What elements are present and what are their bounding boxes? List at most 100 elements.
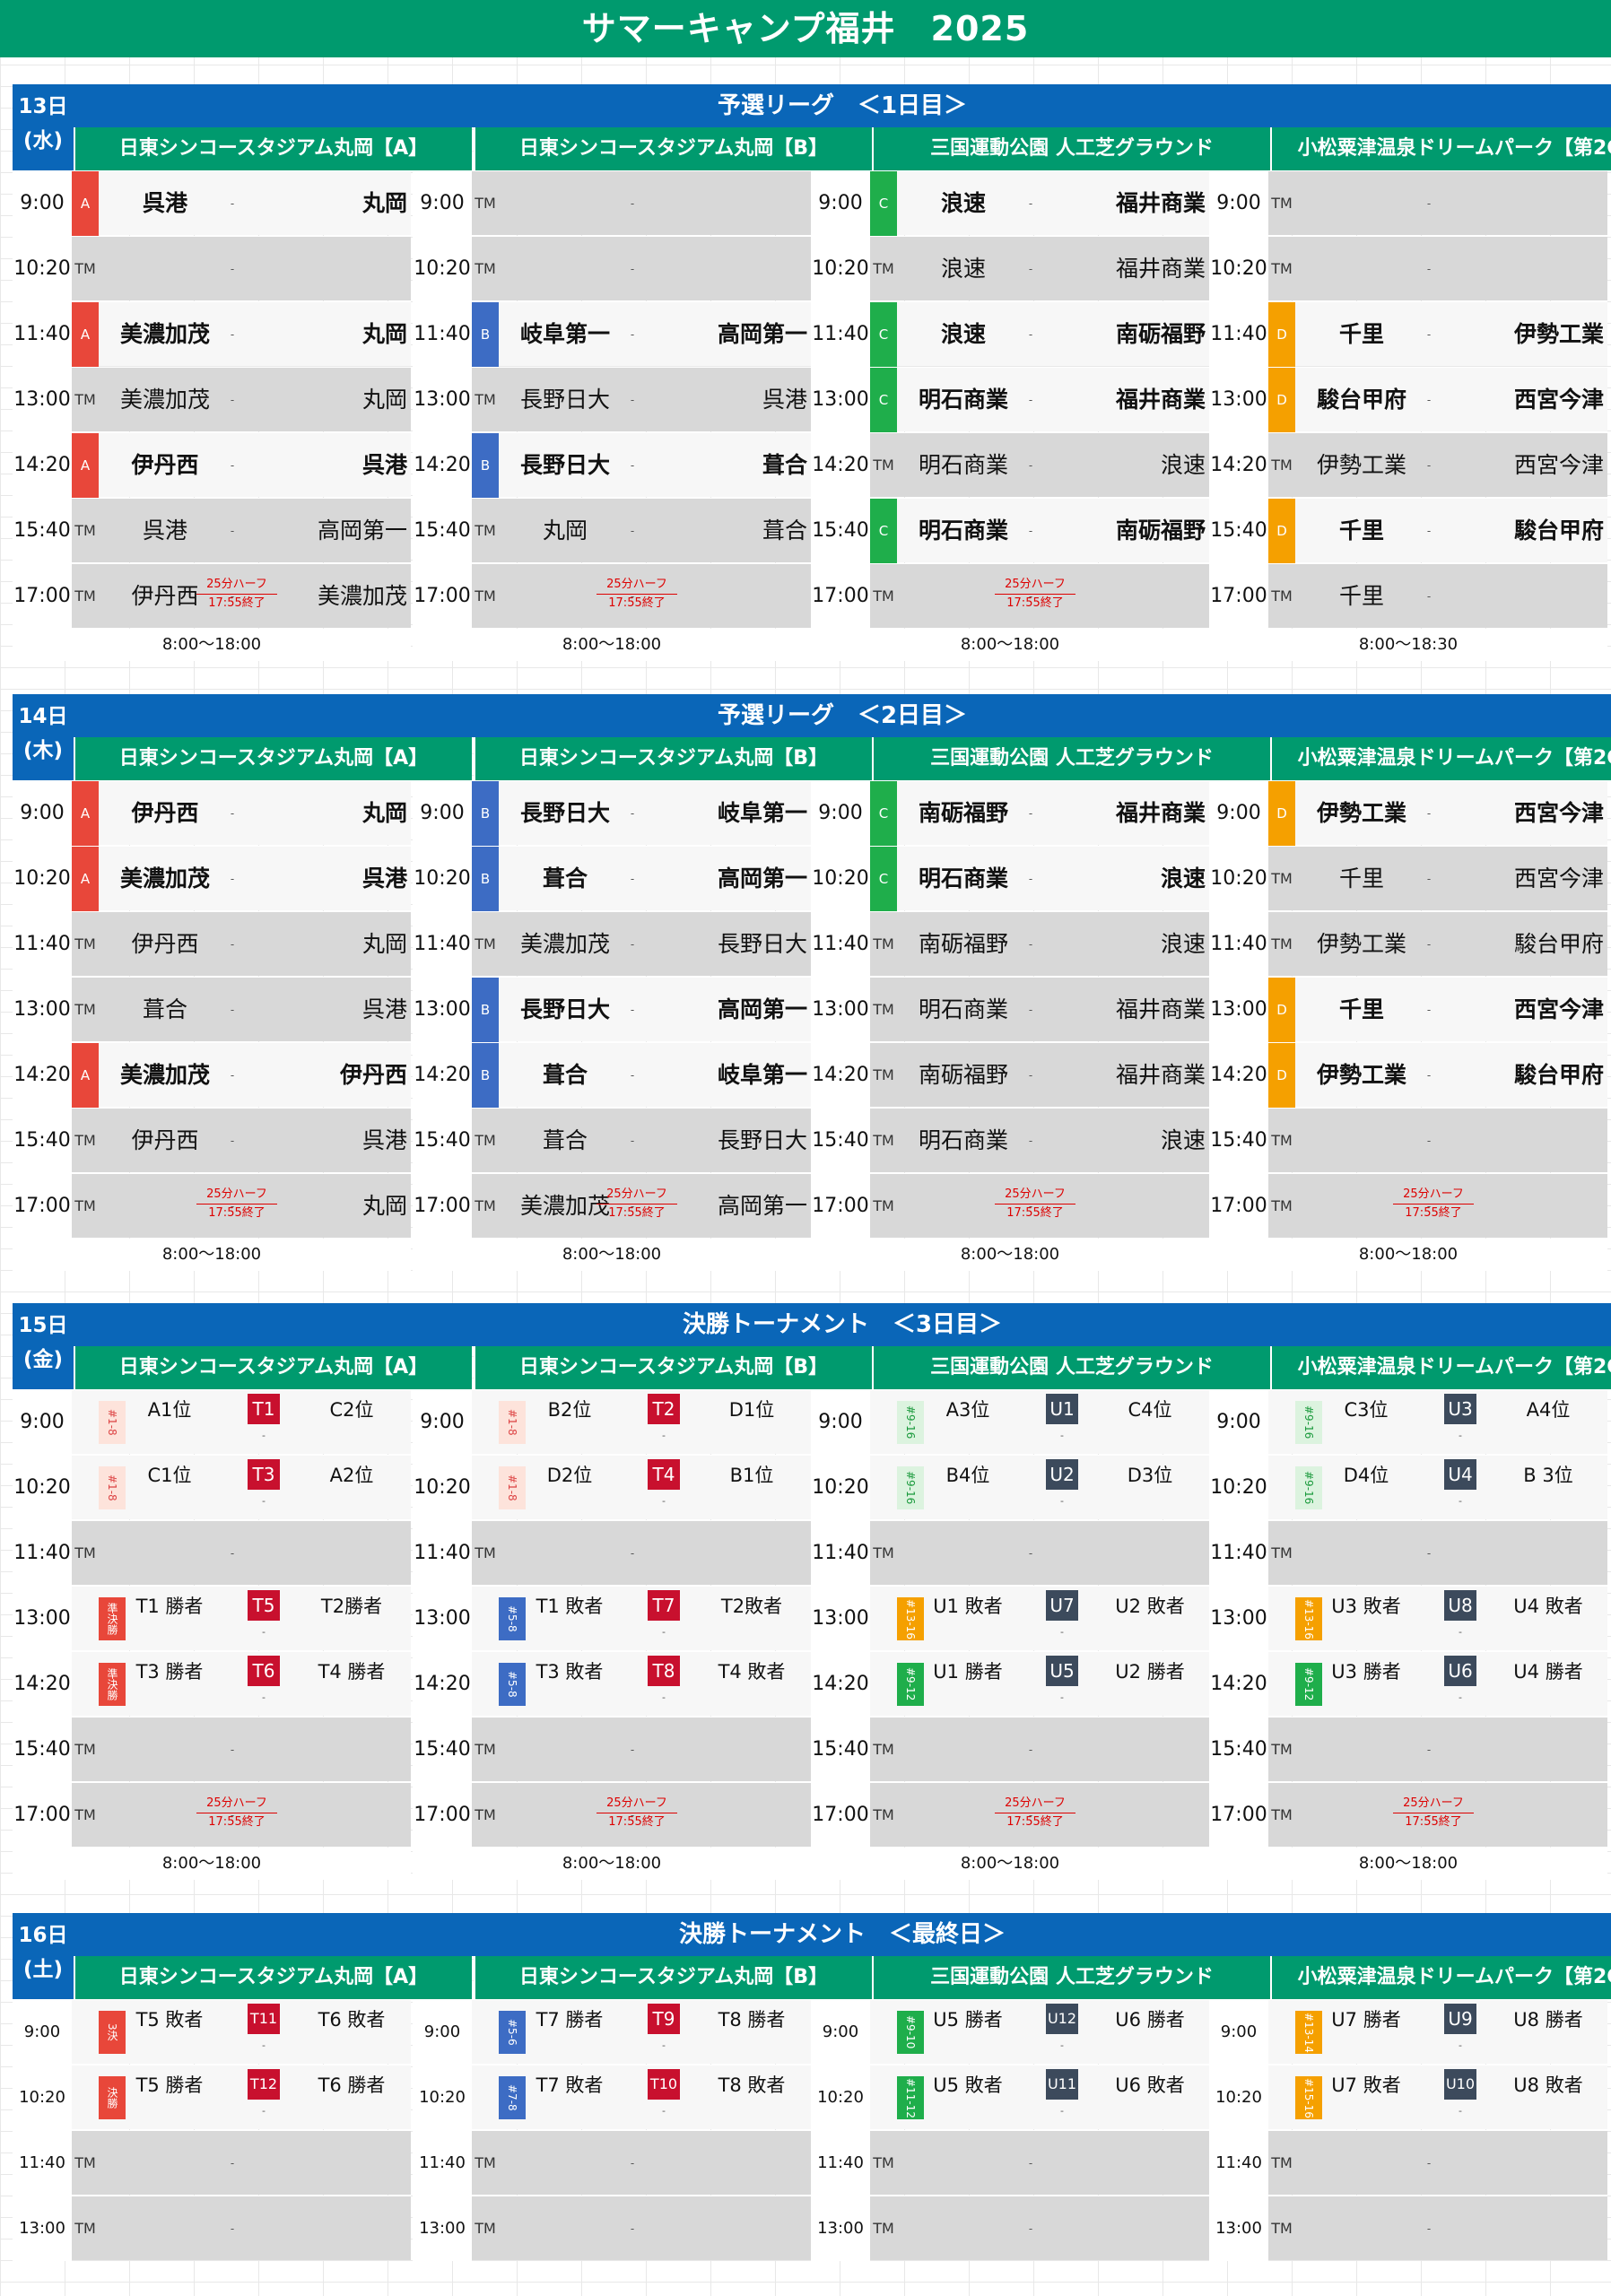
vs-dash: - — [1426, 197, 1432, 210]
half-note-line2: 17:55終了 — [608, 1815, 666, 1829]
team-home — [1299, 237, 1424, 301]
half-note: 25分ハーフ 17:55終了 — [1393, 1795, 1474, 1831]
team-home: 長野日大 — [519, 996, 610, 1022]
half-note-line1: 25分ハーフ — [1393, 1795, 1474, 1813]
half-note: 25分ハーフ 17:55終了 — [995, 1186, 1075, 1222]
time-label: 15:40 — [811, 1109, 870, 1173]
team-home: T5 勝者 — [135, 2074, 204, 2096]
vs-dash: - — [230, 525, 235, 537]
vs-dash: - — [630, 1547, 635, 1560]
team-away: U2 敗者 — [1115, 1596, 1185, 1617]
time-label: 10:20 — [1209, 847, 1268, 911]
time-label: 17:00 — [1209, 1783, 1268, 1848]
team-away: 高岡第一 — [717, 321, 807, 347]
time-label: 13:00 — [13, 978, 72, 1042]
team-home: 明石商業 — [918, 517, 1008, 544]
half-note: 25分ハーフ 17:55終了 — [597, 1795, 677, 1831]
vs-dash: - — [1028, 197, 1033, 210]
group-badge: B — [472, 847, 499, 911]
match-row: 17:00 TM 美濃加茂 - 高岡第一 25分ハーフ 17:55終了 — [413, 1173, 811, 1239]
time-label: 11:40 — [1209, 302, 1268, 367]
time-label: 15:40 — [413, 499, 472, 563]
time-label: 17:00 — [413, 1174, 472, 1239]
vs-dash: - — [630, 263, 635, 275]
vs-dash: - — [630, 525, 635, 537]
team-away: 西宮今津 — [1513, 452, 1604, 478]
half-note-line1: 25分ハーフ — [995, 1186, 1075, 1205]
match-row: 9:00 TM - — [413, 170, 811, 236]
group-badge: TM — [873, 587, 894, 604]
team-away: 高岡第一 — [317, 517, 407, 544]
team-home: 呉港 — [142, 517, 187, 544]
team-away: 長野日大 — [717, 1127, 807, 1153]
venue-name: 三国運動公園 人工芝グラウンド — [872, 1956, 1270, 1999]
time-label: 9:00 — [13, 2000, 72, 2065]
group-badge: TM — [74, 1132, 96, 1149]
time-label: 9:00 — [413, 171, 472, 236]
time-label: 13:00 — [1209, 368, 1268, 432]
match-code: U6 — [1444, 1656, 1476, 1686]
time-label: 9:00 — [413, 2000, 472, 2065]
match-row: 10:20 A 美濃加茂 - 呉港 — [13, 846, 411, 911]
vs-dash: - — [262, 1430, 266, 1441]
vs-dash: - — [1426, 590, 1432, 603]
match-row: 13:00 TM - — [413, 2196, 811, 2261]
time-label: 11:40 — [811, 302, 870, 367]
team-home: 伊丹西 — [131, 931, 199, 957]
group-badge: TM — [873, 935, 894, 952]
team-away: 西宮今津 — [1513, 387, 1604, 413]
vs-dash: - — [230, 263, 235, 275]
half-note-line2: 17:55終了 — [608, 596, 666, 610]
match-code: U5 — [1046, 1656, 1078, 1686]
match-row: 9:00 C 南砺福野 - 福井商業 — [811, 780, 1209, 846]
venue-name: 日東シンコースタジアム丸岡【A】 — [74, 1346, 472, 1389]
team-away: 福井商業 — [1115, 190, 1206, 216]
vs-dash: - — [630, 938, 635, 951]
match-row: 11:40 TM - — [811, 1520, 1209, 1586]
group-badge: TM — [475, 195, 496, 212]
match-row: 11:40 TM - — [13, 2130, 411, 2196]
match-code: T6 — [248, 1656, 280, 1686]
team-away: 丸岡 — [361, 1193, 407, 1219]
team-home: 千里 — [1338, 583, 1384, 609]
time-label: 10:20 — [811, 1456, 870, 1520]
team-away — [1460, 1174, 1604, 1239]
team-away: B1位 — [729, 1465, 774, 1486]
match-row: 13:00 D 駿台甲府 - 西宮今津 — [1209, 367, 1607, 432]
match-row: 14:20 TM 南砺福野 - 福井商業 — [811, 1042, 1209, 1108]
team-away: 西宮今津 — [1513, 865, 1604, 891]
half-note: 25分ハーフ 17:55終了 — [1393, 1186, 1474, 1222]
group-badge: A — [72, 171, 99, 236]
team-away: 丸岡 — [361, 387, 407, 413]
group-badge: TM — [475, 1197, 496, 1214]
match-row: 17:00 TM -25分ハーフ 17:55終了 — [413, 1782, 811, 1848]
group-badge: C — [870, 302, 897, 367]
group-badge: TM — [475, 260, 496, 277]
match-row: 9:00 A 伊丹西 - 丸岡 — [13, 780, 411, 846]
time-label: 11:40 — [13, 1521, 72, 1586]
team-home: D4位 — [1343, 1465, 1389, 1486]
match-row: 9:00 C 浪速 - 福井商業 — [811, 170, 1209, 236]
match-row: 11:40 TM - — [13, 1520, 411, 1586]
team-home: 明石商業 — [918, 387, 1008, 413]
match-row: 11:40 TM - — [413, 2130, 811, 2196]
day-label: 13日 (水) — [13, 84, 74, 170]
team-away: A2位 — [329, 1465, 374, 1486]
time-label: 10:20 — [13, 237, 72, 301]
team-home: 丸岡 — [542, 517, 588, 544]
team-away: 駿台甲府 — [1513, 931, 1604, 957]
half-note-line1: 25分ハーフ — [196, 1186, 277, 1205]
team-away: T6 勝者 — [318, 2074, 386, 2096]
match-row: 14:20 準決勝 T3 勝者 T6- T4 勝者 — [13, 1651, 411, 1717]
team-away: 丸岡 — [361, 321, 407, 347]
vs-dash: - — [630, 394, 635, 406]
vs-dash: - — [1060, 2039, 1064, 2051]
group-badge: TM — [74, 2220, 96, 2237]
vs-dash: - — [630, 1004, 635, 1016]
group-badge: TM — [74, 935, 96, 952]
group-badge: D — [1268, 978, 1295, 1042]
match-row: 9:00 #1-8 B2位 T2- D1位 — [413, 1389, 811, 1455]
team-away: 福井商業 — [1115, 387, 1206, 413]
team-away: C4位 — [1128, 1399, 1172, 1421]
match-code: U4 — [1444, 1459, 1476, 1490]
